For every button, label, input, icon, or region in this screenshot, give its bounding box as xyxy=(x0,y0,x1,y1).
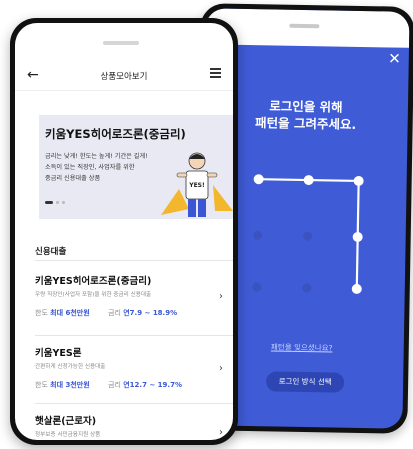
pattern-dot[interactable] xyxy=(252,282,262,292)
rate-label: 금리 xyxy=(108,381,121,389)
login-method-button[interactable]: 로그인 방식 선택 xyxy=(265,371,345,393)
list-item[interactable]: 키움YES히어로즈론(중금리) 우량 직장인(사업자 포함)을 위한 중금리 신… xyxy=(35,273,225,318)
page-title: 상품모아보기 xyxy=(100,72,148,82)
pattern-dot[interactable] xyxy=(351,283,362,294)
pattern-dot[interactable] xyxy=(353,175,364,186)
limit-value: 최대 6천만원 xyxy=(50,309,90,317)
speaker-slot xyxy=(103,41,139,45)
promo-banner[interactable]: 키움YES히어로즈론(중금리) 금리는 낮게! 한도는 높게! 기간은 길게! … xyxy=(39,115,233,219)
pattern-dot[interactable] xyxy=(303,175,314,186)
app-header: ← 상품모아보기 xyxy=(15,61,233,91)
pattern-dot[interactable] xyxy=(302,283,312,293)
product-description: 간편하게 신청가능한 신용대출 xyxy=(35,364,106,370)
pattern-dot[interactable] xyxy=(253,174,264,185)
pattern-dot[interactable] xyxy=(352,231,363,242)
limit-value: 최대 3천만원 xyxy=(50,381,90,389)
product-terms: 한도 최대 3천만원 금리 연12.7 ~ 19.7% xyxy=(35,380,225,390)
list-item[interactable]: 키움YES론 간편하게 신청가능한 신용대출 한도 최대 3천만원 금리 연12… xyxy=(35,345,225,390)
section-title: 신용대출 xyxy=(35,247,67,257)
divider xyxy=(35,403,233,404)
banner-desc-line: 금리는 낮게! 한도는 높게! 기간은 길게! xyxy=(45,153,148,160)
chevron-right-icon[interactable]: › xyxy=(219,363,223,374)
rate-value: 연7.9 ~ 18.9% xyxy=(123,309,178,317)
character-label: YES! xyxy=(188,182,205,189)
limit-label: 한도 xyxy=(35,381,48,389)
pattern-dot[interactable] xyxy=(253,230,263,240)
banner-desc-line: 소득이 있는 직장인, 사업자를 위한 xyxy=(45,164,135,171)
product-description: 우량 직장인(사업자 포함)을 위한 중금리 신용대출 xyxy=(35,292,152,298)
product-terms: 한도 최대 6천만원 금리 연7.9 ~ 18.9% xyxy=(35,308,225,318)
product-name: 키움YES론 xyxy=(35,348,82,359)
product-name: 키움YES히어로즈론(중금리) xyxy=(35,276,152,287)
front-phone: ← 상품모아보기 키움YES히어로즈론(중금리) 금리는 낮게! 한도는 높게!… xyxy=(10,18,238,445)
divider xyxy=(35,260,233,261)
chevron-right-icon[interactable]: › xyxy=(219,291,223,302)
carousel-dot-active[interactable] xyxy=(45,201,53,204)
carousel-indicator[interactable] xyxy=(45,201,65,204)
product-description: 정부보증 서민금융지원 상품 xyxy=(35,432,101,438)
carousel-dot[interactable] xyxy=(62,201,65,204)
divider xyxy=(35,335,233,336)
carousel-dot[interactable] xyxy=(56,201,59,204)
rate-label: 금리 xyxy=(108,309,121,317)
banner-description: 금리는 낮게! 한도는 높게! 기간은 길게! 소득이 있는 직장인, 사업자를… xyxy=(45,151,173,184)
rate-value: 연12.7 ~ 19.7% xyxy=(123,381,182,389)
banner-title: 키움YES히어로즈론(중금리) xyxy=(45,127,186,141)
limit-label: 한도 xyxy=(35,309,48,317)
product-name: 햇살론(근로자) xyxy=(35,416,97,427)
product-list-screen: ← 상품모아보기 키움YES히어로즈론(중금리) 금리는 낮게! 한도는 높게!… xyxy=(15,23,233,440)
banner-desc-line: 중금리 신용대출 상품 xyxy=(45,175,101,182)
list-item[interactable]: 햇살론(근로자) 정부보증 서민금융지원 상품 › xyxy=(35,413,225,438)
pattern-dot[interactable] xyxy=(303,231,313,241)
chevron-right-icon[interactable]: › xyxy=(219,427,223,438)
hamburger-menu-icon[interactable] xyxy=(210,68,221,78)
hero-character-illustration: YES! xyxy=(161,152,233,217)
